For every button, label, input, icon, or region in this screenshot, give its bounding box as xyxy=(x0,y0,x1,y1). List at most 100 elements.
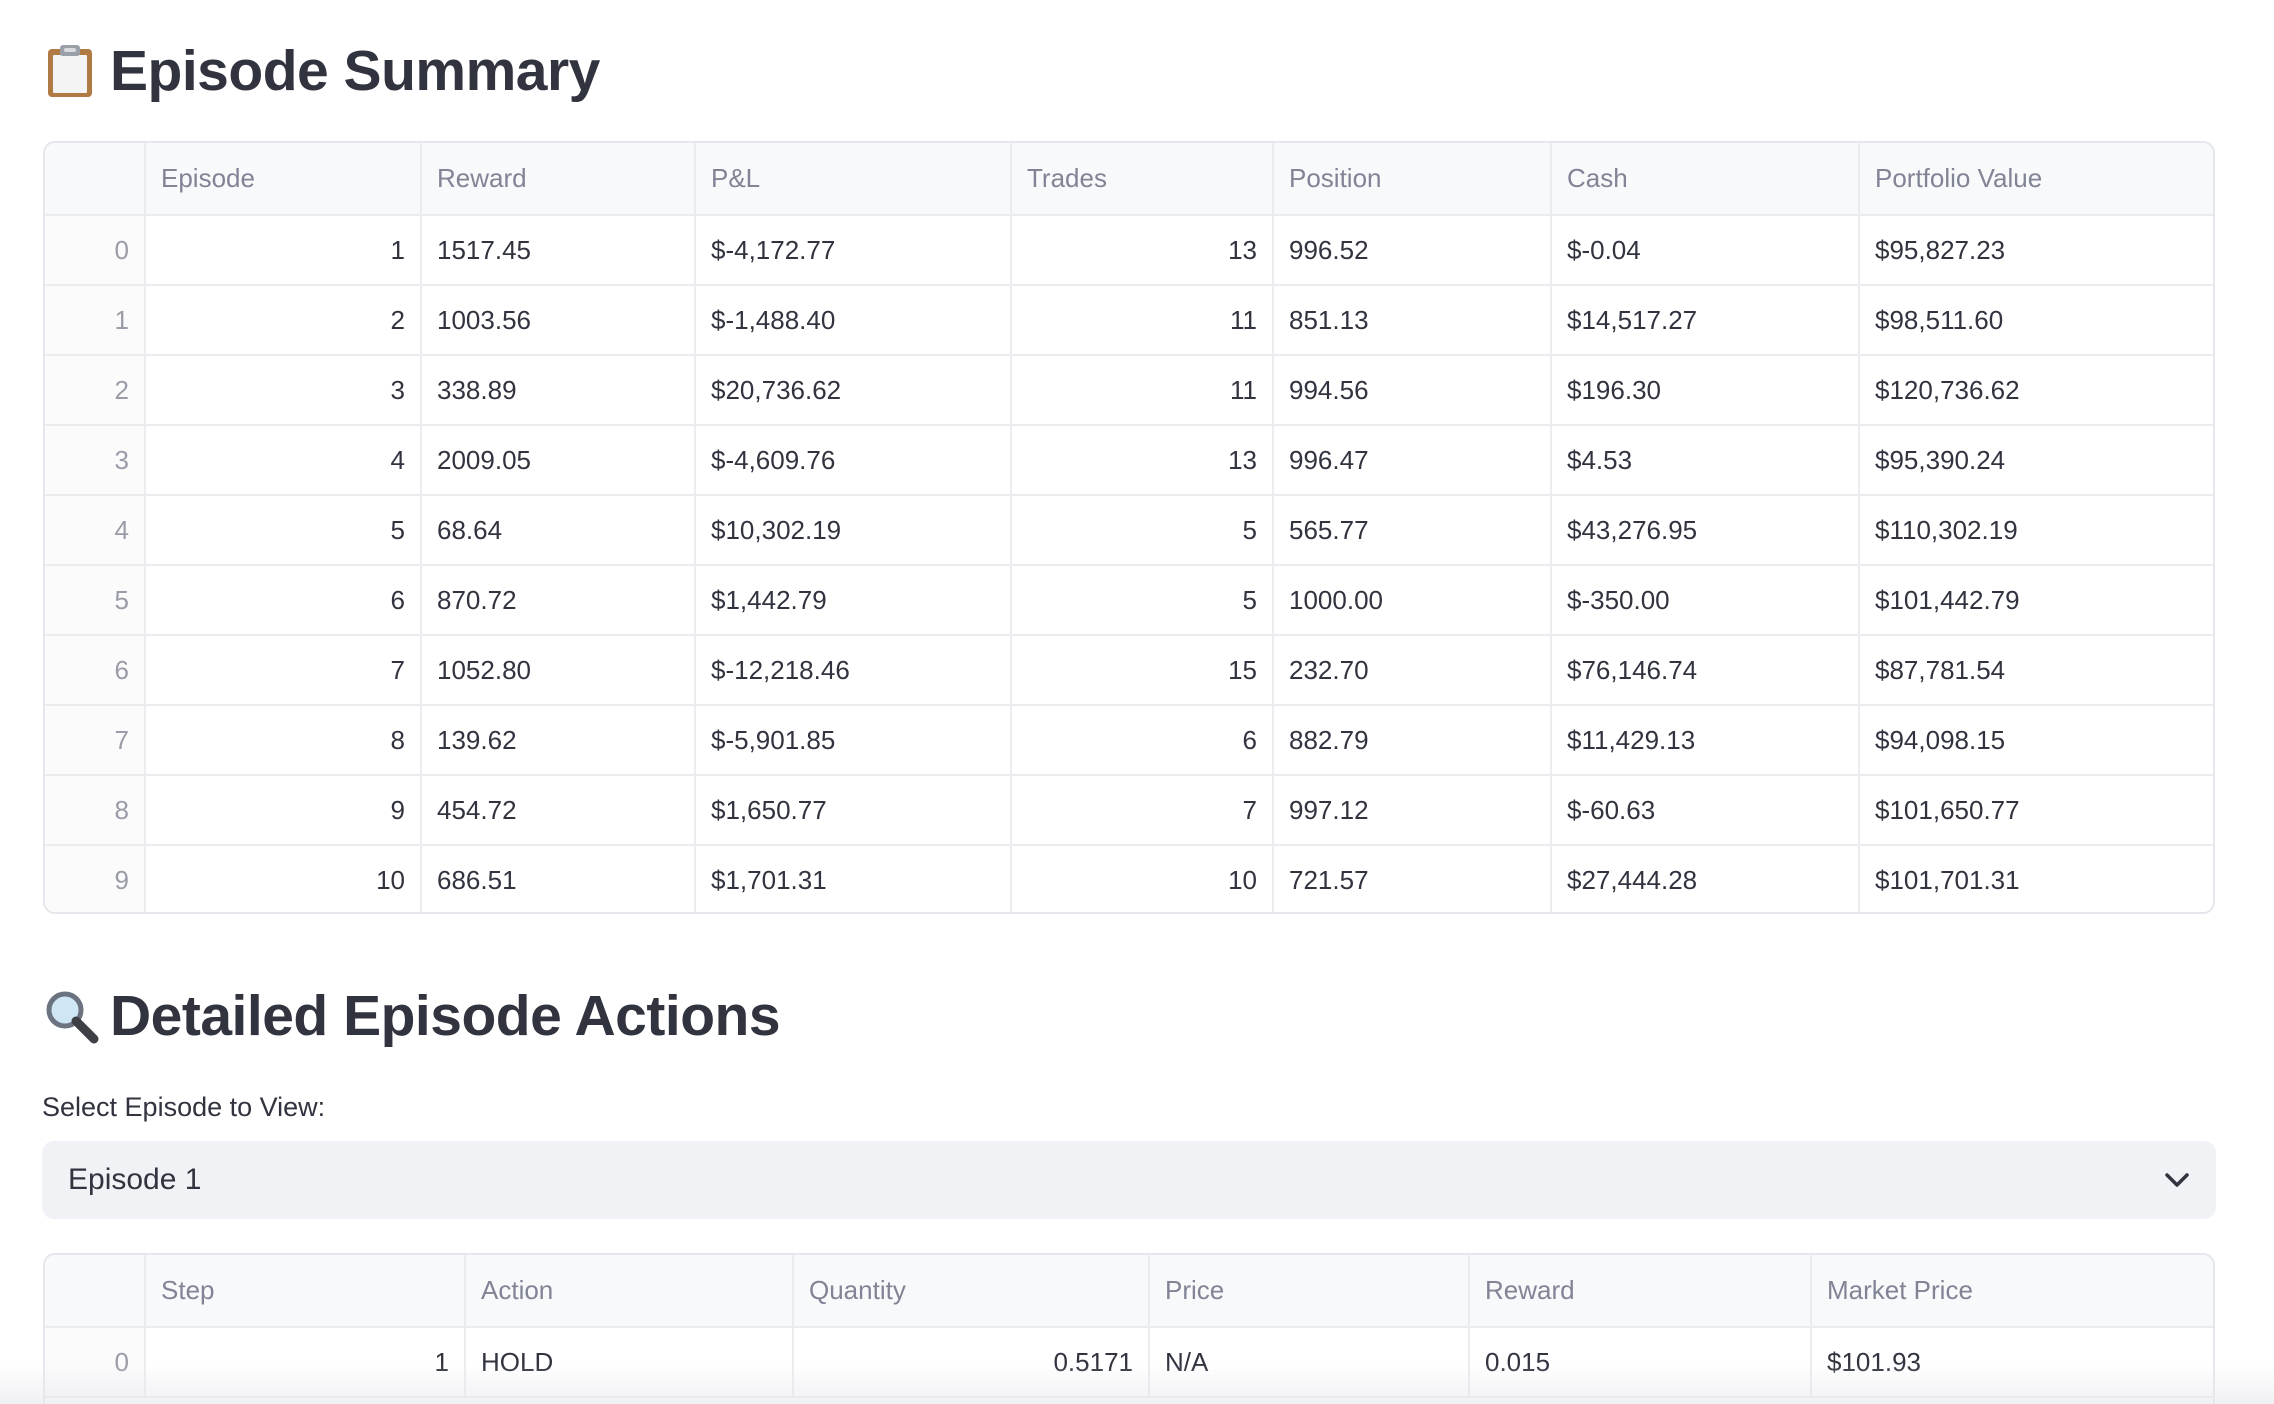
pnl-cell[interactable]: $-12,218.46 xyxy=(695,635,1012,706)
pnl-cell[interactable]: $-4,609.76 xyxy=(695,425,1012,496)
cash-cell[interactable]: $4.53 xyxy=(1551,425,1860,496)
pnl-cell[interactable]: $1,701.31 xyxy=(695,845,1012,912)
portfolio-value-cell[interactable]: $110,302.19 xyxy=(1859,495,2213,566)
pnl-cell[interactable]: $1,650.77 xyxy=(695,775,1012,846)
pnl-cell[interactable]: $1,442.79 xyxy=(695,565,1012,636)
pnl-cell[interactable]: $-1,488.40 xyxy=(695,285,1012,356)
market-price-cell[interactable]: $101.93 xyxy=(1811,1327,2213,1398)
row-index-cell[interactable]: 0 xyxy=(45,1327,146,1398)
position-cell[interactable]: 851.13 xyxy=(1273,285,1552,356)
column-header-position[interactable]: Position xyxy=(1273,143,1552,216)
position-cell[interactable]: 997.12 xyxy=(1273,775,1552,846)
portfolio-value-cell[interactable]: $87,781.54 xyxy=(1859,635,2213,706)
row-index-cell[interactable]: 7 xyxy=(45,705,146,776)
cash-cell[interactable]: $196.30 xyxy=(1551,355,1860,426)
table-row[interactable]: 0 1 1517.45 $-4,172.77 13 996.52 $-0.04 $95,827… xyxy=(45,215,2213,286)
column-header-quantity[interactable]: Quantity xyxy=(793,1255,1150,1328)
reward-cell[interactable]: 338.89 xyxy=(421,355,696,426)
portfolio-value-cell[interactable]: $101,650.77 xyxy=(1859,775,2213,846)
table-row[interactable]: 5 6 870.72 $1,442.79 5 1000.00 $-350.00 $101,44… xyxy=(45,565,2213,636)
row-index-cell[interactable]: 0 xyxy=(45,215,146,286)
cash-cell[interactable]: $-0.04 xyxy=(1551,215,1860,286)
pnl-cell[interactable]: $-5,901.85 xyxy=(695,705,1012,776)
table-row[interactable]: 8 9 454.72 $1,650.77 7 997.12 $-60.63 $101,650.… xyxy=(45,775,2213,846)
reward-cell[interactable]: 0.015 xyxy=(1469,1327,1812,1398)
reward-cell[interactable]: 1517.45 xyxy=(421,215,696,286)
column-header-trades[interactable]: Trades xyxy=(1011,143,1274,216)
position-cell[interactable]: 565.77 xyxy=(1273,495,1552,566)
reward-cell[interactable]: 139.62 xyxy=(421,705,696,776)
trades-cell[interactable]: 7 xyxy=(1011,775,1274,846)
trades-cell[interactable]: 5 xyxy=(1011,565,1274,636)
table-row[interactable]: 4 5 68.64 $10,302.19 5 565.77 $43,276.95 $110,3… xyxy=(45,495,2213,566)
column-header-price[interactable]: Price xyxy=(1149,1255,1470,1328)
reward-cell[interactable]: 1052.80 xyxy=(421,635,696,706)
position-cell[interactable]: 232.70 xyxy=(1273,635,1552,706)
episode-cell[interactable]: 10 xyxy=(145,845,422,912)
episode-cell[interactable]: 8 xyxy=(145,705,422,776)
table-row[interactable]: 7 8 139.62 $-5,901.85 6 882.79 $11,429.13 $94,0… xyxy=(45,705,2213,776)
pnl-cell[interactable]: $10,302.19 xyxy=(695,495,1012,566)
column-header-portfolio-value[interactable]: Portfolio Value xyxy=(1859,143,2213,216)
reward-cell[interactable]: 686.51 xyxy=(421,845,696,912)
column-header-pnl[interactable]: P&L xyxy=(695,143,1012,216)
row-index-cell[interactable]: 9 xyxy=(45,845,146,912)
episode-actions-table[interactable]: Step Action Quantity Price Reward Market… xyxy=(43,1253,2215,1404)
table-row[interactable]: 6 7 1052.80 $-12,218.46 15 232.70 $76,146.74 $8… xyxy=(45,635,2213,706)
episode-cell[interactable]: 2 xyxy=(145,285,422,356)
table-row[interactable]: 2 3 338.89 $20,736.62 11 994.56 $196.30 $120,73… xyxy=(45,355,2213,426)
row-index-cell[interactable]: 8 xyxy=(45,775,146,846)
trades-cell[interactable]: 11 xyxy=(1011,355,1274,426)
position-cell[interactable]: 1000.00 xyxy=(1273,565,1552,636)
portfolio-value-cell[interactable]: $95,390.24 xyxy=(1859,425,2213,496)
position-cell[interactable]: 882.79 xyxy=(1273,705,1552,776)
reward-cell[interactable]: 1003.56 xyxy=(421,285,696,356)
trades-cell[interactable]: 15 xyxy=(1011,635,1274,706)
position-cell[interactable]: 994.56 xyxy=(1273,355,1552,426)
table-row[interactable]: 3 4 2009.05 $-4,609.76 13 996.47 $4.53 $95,390.… xyxy=(45,425,2213,496)
column-header-market-price[interactable]: Market Price xyxy=(1811,1255,2213,1328)
portfolio-value-cell[interactable]: $95,827.23 xyxy=(1859,215,2213,286)
column-header-index[interactable] xyxy=(45,143,146,216)
action-cell[interactable]: HOLD xyxy=(465,1327,794,1398)
cash-cell[interactable]: $-60.63 xyxy=(1551,775,1860,846)
trades-cell[interactable]: 13 xyxy=(1011,425,1274,496)
episode-cell[interactable]: 3 xyxy=(145,355,422,426)
quantity-cell[interactable]: 0.5171 xyxy=(793,1327,1150,1398)
column-header-reward[interactable]: Reward xyxy=(421,143,696,216)
episode-summary-table[interactable]: Episode Reward P&L Trades Position Cash … xyxy=(43,141,2215,914)
column-header-reward[interactable]: Reward xyxy=(1469,1255,1812,1328)
row-index-cell[interactable]: 5 xyxy=(45,565,146,636)
cash-cell[interactable]: $14,517.27 xyxy=(1551,285,1860,356)
portfolio-value-cell[interactable]: $120,736.62 xyxy=(1859,355,2213,426)
pnl-cell[interactable]: $20,736.62 xyxy=(695,355,1012,426)
trades-cell[interactable]: 5 xyxy=(1011,495,1274,566)
episode-cell[interactable]: 1 xyxy=(145,215,422,286)
trades-cell[interactable]: 11 xyxy=(1011,285,1274,356)
reward-cell[interactable]: 68.64 xyxy=(421,495,696,566)
cash-cell[interactable]: $43,276.95 xyxy=(1551,495,1860,566)
cash-cell[interactable]: $11,429.13 xyxy=(1551,705,1860,776)
episode-cell[interactable]: 4 xyxy=(145,425,422,496)
cash-cell[interactable]: $27,444.28 xyxy=(1551,845,1860,912)
portfolio-value-cell[interactable]: $98,511.60 xyxy=(1859,285,2213,356)
reward-cell[interactable]: 870.72 xyxy=(421,565,696,636)
portfolio-value-cell[interactable]: $101,701.31 xyxy=(1859,845,2213,912)
row-index-cell[interactable]: 2 xyxy=(45,355,146,426)
episode-cell[interactable]: 9 xyxy=(145,775,422,846)
step-cell[interactable]: 1 xyxy=(145,1327,466,1398)
episode-select[interactable]: Episode 1 xyxy=(42,1141,2216,1219)
table-row[interactable]: 9 10 686.51 $1,701.31 10 721.57 $27,444.28 $101… xyxy=(45,845,2213,912)
row-index-cell[interactable]: 1 xyxy=(45,285,146,356)
row-index-cell[interactable]: 4 xyxy=(45,495,146,566)
column-header-index[interactable] xyxy=(45,1255,146,1328)
column-header-action[interactable]: Action xyxy=(465,1255,794,1328)
column-header-cash[interactable]: Cash xyxy=(1551,143,1860,216)
reward-cell[interactable]: 2009.05 xyxy=(421,425,696,496)
episode-cell[interactable]: 5 xyxy=(145,495,422,566)
reward-cell[interactable]: 454.72 xyxy=(421,775,696,846)
column-header-episode[interactable]: Episode xyxy=(145,143,422,216)
row-index-cell[interactable]: 6 xyxy=(45,635,146,706)
cash-cell[interactable]: $76,146.74 xyxy=(1551,635,1860,706)
price-cell[interactable]: N/A xyxy=(1149,1327,1470,1398)
